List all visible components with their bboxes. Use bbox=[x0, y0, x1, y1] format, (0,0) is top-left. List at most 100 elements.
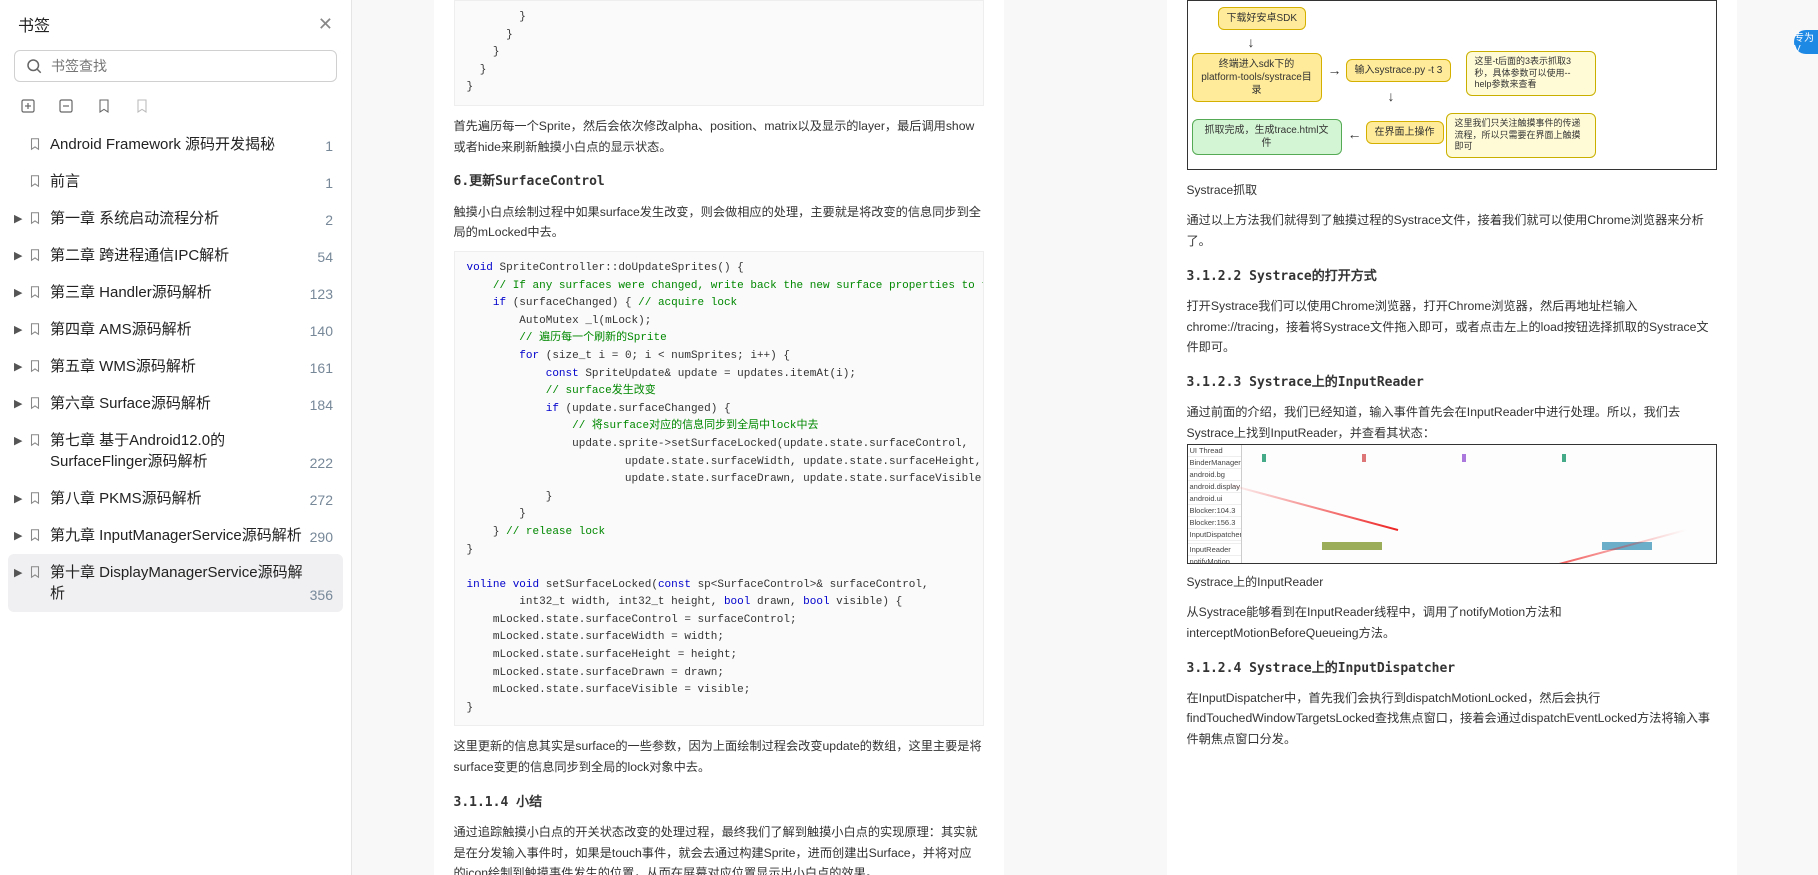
toc-page-number: 54 bbox=[317, 249, 333, 265]
toc-page-number: 2 bbox=[325, 212, 333, 228]
toc-page-number: 222 bbox=[310, 455, 333, 471]
paragraph: 触摸小白点绘制过程中如果surface发生改变，则会做相应的处理，主要就是将改变… bbox=[454, 202, 984, 243]
bookmark-icon bbox=[28, 173, 44, 192]
page-right: 下载好安卓SDK ↓ 终端进入sdk下的platform-tools/systr… bbox=[1167, 0, 1737, 875]
toc-page-number: 140 bbox=[310, 323, 333, 339]
code-block: } } } } } bbox=[454, 0, 984, 106]
bookmarks-sidebar: 书签 ✕ ▶Android Framework 源码开发揭秘1▶前言1▶第一章 … bbox=[0, 0, 352, 875]
toc-label: 第九章 InputManagerService源码解析 bbox=[50, 525, 310, 546]
caption: Systrace上的InputReader bbox=[1187, 572, 1717, 592]
paragraph: 打开Systrace我们可以使用Chrome浏览器，打开Chrome浏览器，然后… bbox=[1187, 296, 1717, 358]
flow-node: 输入systrace.py -t 3 bbox=[1346, 59, 1452, 82]
flow-note: 这里我们只关注触摸事件的传递流程，所以只需要在界面上触摸即可 bbox=[1446, 113, 1596, 158]
toc-label: 第三章 Handler源码解析 bbox=[50, 282, 310, 303]
toc-item[interactable]: ▶前言1 bbox=[8, 163, 343, 200]
toc-label: 第一章 系统启动流程分析 bbox=[50, 208, 325, 229]
flowchart: 下载好安卓SDK ↓ 终端进入sdk下的platform-tools/systr… bbox=[1187, 0, 1717, 170]
bookmark-icon bbox=[28, 247, 44, 266]
toc-list: ▶Android Framework 源码开发揭秘1▶前言1▶第一章 系统启动流… bbox=[0, 126, 351, 875]
chevron-right-icon[interactable]: ▶ bbox=[14, 566, 28, 579]
toc-label: 前言 bbox=[50, 171, 325, 192]
bookmark-icon bbox=[28, 284, 44, 303]
toc-item[interactable]: ▶ 第五章 WMS源码解析161 bbox=[8, 348, 343, 385]
chevron-right-icon[interactable]: ▶ bbox=[14, 360, 28, 373]
toc-item[interactable]: ▶ 第八章 PKMS源码解析272 bbox=[8, 480, 343, 517]
bookmark-icon bbox=[28, 432, 44, 451]
paragraph: 在InputDispatcher中，首先我们会执行到dispatchMotion… bbox=[1187, 688, 1717, 750]
content-area: } } } } } 首先遍历每一个Sprite，然后会依次修改alpha、pos… bbox=[352, 0, 1818, 875]
toc-page-number: 123 bbox=[310, 286, 333, 302]
bookmark-toolbar bbox=[0, 92, 351, 126]
flow-node: 抓取完成，生成trace.html文件 bbox=[1192, 119, 1342, 155]
flow-node: 在界面上操作 bbox=[1366, 121, 1444, 144]
toc-page-number: 272 bbox=[310, 492, 333, 508]
toc-item[interactable]: ▶ 第七章 基于Android12.0的SurfaceFlinger源码解析222 bbox=[8, 422, 343, 480]
search-box[interactable] bbox=[14, 50, 337, 82]
code-block: void SpriteController::doUpdateSprites()… bbox=[454, 251, 984, 726]
systrace-figure: UI ThreadBinderManagerandroid.bgandroid.… bbox=[1187, 444, 1717, 564]
flow-node: 终端进入sdk下的platform-tools/systrace目录 bbox=[1192, 53, 1322, 102]
chevron-right-icon[interactable]: ▶ bbox=[14, 249, 28, 262]
toc-page-number: 1 bbox=[325, 138, 333, 154]
bookmark-icon bbox=[28, 490, 44, 509]
heading: 3.1.2.2 Systrace的打开方式 bbox=[1187, 266, 1717, 288]
paragraph: 首先遍历每一个Sprite，然后会依次修改alpha、position、matr… bbox=[454, 116, 984, 157]
toc-page-number: 356 bbox=[310, 587, 333, 603]
toc-label: 第二章 跨进程通信IPC解析 bbox=[50, 245, 317, 266]
toc-item[interactable]: ▶ 第六章 Surface源码解析184 bbox=[8, 385, 343, 422]
add-bookmark-icon[interactable] bbox=[18, 96, 38, 116]
toc-label: 第六章 Surface源码解析 bbox=[50, 393, 310, 414]
toc-label: 第四章 AMS源码解析 bbox=[50, 319, 310, 340]
heading: 3.1.2.4 Systrace上的InputDispatcher bbox=[1187, 658, 1717, 680]
page-left: } } } } } 首先遍历每一个Sprite，然后会依次修改alpha、pos… bbox=[434, 0, 1004, 875]
heading: 6.更新SurfaceControl bbox=[454, 171, 984, 193]
chevron-right-icon[interactable]: ▶ bbox=[14, 492, 28, 505]
side-badge[interactable]: 专为V bbox=[1794, 30, 1818, 54]
bookmark-icon bbox=[28, 395, 44, 414]
heading: 3.1.2.3 Systrace上的InputReader bbox=[1187, 372, 1717, 394]
bookmark-icon bbox=[28, 321, 44, 340]
remove-bookmark-icon[interactable] bbox=[56, 96, 76, 116]
toc-page-number: 184 bbox=[310, 397, 333, 413]
chevron-right-icon[interactable]: ▶ bbox=[14, 323, 28, 336]
paragraph: 通过前面的介绍，我们已经知道，输入事件首先会在InputReader中进行处理。… bbox=[1187, 402, 1717, 443]
toc-item[interactable]: ▶ 第十章 DisplayManagerService源码解析356 bbox=[8, 554, 343, 612]
chevron-right-icon[interactable]: ▶ bbox=[14, 434, 28, 447]
chevron-right-icon[interactable]: ▶ bbox=[14, 397, 28, 410]
paragraph: 通过追踪触摸小白点的开关状态改变的处理过程，最终我们了解到触摸小白点的实现原理：… bbox=[454, 822, 984, 875]
bookmark-icon bbox=[28, 210, 44, 229]
chevron-right-icon[interactable]: ▶ bbox=[14, 212, 28, 225]
heading: 3.1.1.4 小结 bbox=[454, 792, 984, 814]
toc-label: 第七章 基于Android12.0的SurfaceFlinger源码解析 bbox=[50, 430, 310, 472]
paragraph: 通过以上方法我们就得到了触摸过程的Systrace文件，接着我们就可以使用Chr… bbox=[1187, 210, 1717, 251]
toc-item[interactable]: ▶ 第二章 跨进程通信IPC解析54 bbox=[8, 237, 343, 274]
toc-item[interactable]: ▶ 第一章 系统启动流程分析2 bbox=[8, 200, 343, 237]
bookmark-icon bbox=[28, 527, 44, 546]
toc-page-number: 161 bbox=[310, 360, 333, 376]
search-input[interactable] bbox=[51, 58, 326, 74]
toc-item[interactable]: ▶Android Framework 源码开发揭秘1 bbox=[8, 126, 343, 163]
flow-note: 这里-t后面的3表示抓取3秒，具体参数可以使用--help参数来查看 bbox=[1466, 51, 1596, 96]
search-icon bbox=[25, 57, 43, 75]
toc-item[interactable]: ▶ 第三章 Handler源码解析123 bbox=[8, 274, 343, 311]
caption: Systrace抓取 bbox=[1187, 180, 1717, 200]
bookmark-icon bbox=[28, 136, 44, 155]
chevron-right-icon[interactable]: ▶ bbox=[14, 529, 28, 542]
toc-label: 第十章 DisplayManagerService源码解析 bbox=[50, 562, 310, 604]
sidebar-title: 书签 bbox=[18, 12, 50, 36]
toc-item[interactable]: ▶ 第四章 AMS源码解析140 bbox=[8, 311, 343, 348]
bookmark-icon bbox=[28, 358, 44, 377]
paragraph: 这里更新的信息其实是surface的一些参数，因为上面绘制过程会改变update… bbox=[454, 736, 984, 777]
toc-page-number: 290 bbox=[310, 529, 333, 545]
chevron-right-icon[interactable]: ▶ bbox=[14, 286, 28, 299]
paragraph: 从Systrace能够看到在InputReader线程中，调用了notifyMo… bbox=[1187, 602, 1717, 643]
toc-label: 第八章 PKMS源码解析 bbox=[50, 488, 310, 509]
bookmark-outline-icon[interactable] bbox=[132, 96, 152, 116]
toc-page-number: 1 bbox=[325, 175, 333, 191]
flow-node: 下载好安卓SDK bbox=[1218, 7, 1307, 30]
toc-label: 第五章 WMS源码解析 bbox=[50, 356, 310, 377]
toc-item[interactable]: ▶ 第九章 InputManagerService源码解析290 bbox=[8, 517, 343, 554]
close-icon[interactable]: ✕ bbox=[318, 14, 333, 35]
bookmark-icon[interactable] bbox=[94, 96, 114, 116]
bookmark-icon bbox=[28, 564, 44, 583]
